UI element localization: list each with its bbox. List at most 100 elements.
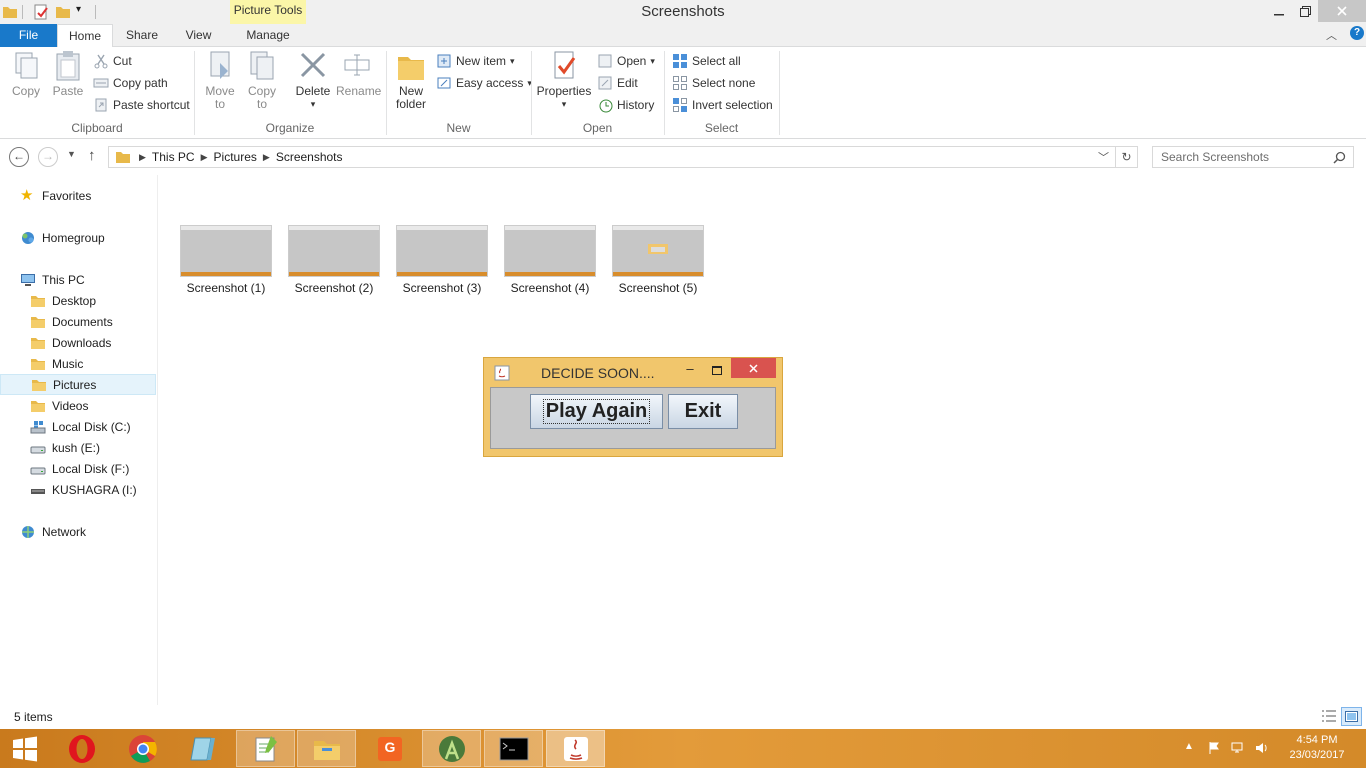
paste-button[interactable]: Paste bbox=[48, 49, 88, 98]
nav-item-kush-e[interactable]: kush (E:) bbox=[0, 437, 156, 458]
nav-favorites[interactable]: ★ Favorites bbox=[0, 185, 156, 206]
file-thumbnail[interactable] bbox=[396, 225, 488, 277]
copy-to-button[interactable]: Copy to bbox=[242, 49, 282, 111]
nav-this-pc[interactable]: This PC bbox=[0, 269, 156, 290]
forward-arrow-icon[interactable]: → bbox=[38, 147, 58, 167]
select-none-button[interactable]: Select none bbox=[672, 73, 755, 93]
invert-selection-button[interactable]: Invert selection bbox=[672, 95, 773, 115]
cut-label: Cut bbox=[113, 54, 132, 68]
copy-to-label-2: to bbox=[256, 97, 267, 111]
file-name-label[interactable]: Screenshot (3) bbox=[388, 281, 496, 295]
nav-item-local-disk-f[interactable]: Local Disk (F:) bbox=[0, 458, 156, 479]
nav-item-documents[interactable]: Documents bbox=[0, 311, 156, 332]
action-center-flag-icon[interactable] bbox=[1207, 741, 1221, 755]
select-all-button[interactable]: Select all bbox=[672, 51, 741, 71]
breadcrumb-chevron-icon[interactable]: ▶ bbox=[139, 152, 146, 163]
file-name-label[interactable]: Screenshot (5) bbox=[604, 281, 712, 295]
edit-button[interactable]: Edit bbox=[597, 73, 638, 93]
file-name-label[interactable]: Screenshot (2) bbox=[280, 281, 388, 295]
address-bar[interactable]: ▶ This PC ▶ Pictures ▶ Screenshots bbox=[108, 146, 1116, 168]
start-button[interactable] bbox=[0, 730, 50, 767]
paste-shortcut-button[interactable]: Paste shortcut bbox=[93, 95, 190, 115]
show-hidden-icons-icon[interactable]: ▲ bbox=[1184, 741, 1194, 752]
large-icons-view-button[interactable] bbox=[1341, 707, 1362, 726]
delete-button[interactable]: Delete ▾ bbox=[292, 49, 334, 111]
taskbar-notepad[interactable] bbox=[174, 730, 233, 767]
taskbar-chrome[interactable] bbox=[113, 730, 172, 767]
rename-button[interactable]: Rename bbox=[336, 49, 381, 98]
taskbar-opera[interactable] bbox=[52, 730, 111, 767]
breadcrumb-this-pc[interactable]: This PC bbox=[146, 150, 201, 164]
computer-icon bbox=[21, 273, 35, 286]
move-to-button[interactable]: Move to bbox=[200, 49, 240, 111]
copy-button[interactable]: Copy bbox=[6, 49, 46, 98]
file-thumbnail[interactable] bbox=[504, 225, 596, 277]
close-button[interactable] bbox=[1318, 0, 1366, 22]
address-dropdown-icon[interactable]: ﹀ bbox=[1098, 149, 1109, 165]
clock-date: 23/03/2017 bbox=[1289, 749, 1345, 761]
nav-item-music[interactable]: Music bbox=[0, 353, 156, 374]
volume-icon[interactable] bbox=[1255, 741, 1269, 755]
history-button[interactable]: History bbox=[597, 95, 654, 115]
search-icon[interactable] bbox=[1333, 151, 1346, 164]
dialog-close-button[interactable] bbox=[731, 358, 776, 378]
dialog-minimize-icon[interactable]: – bbox=[679, 361, 701, 379]
play-again-button[interactable]: Play Again bbox=[530, 394, 663, 429]
new-item-label: New item bbox=[456, 54, 507, 68]
delete-dropdown-icon[interactable]: ▾ bbox=[292, 98, 334, 111]
open-button[interactable]: Open ▾ bbox=[597, 51, 655, 71]
nav-item-pictures[interactable]: Pictures bbox=[0, 374, 156, 395]
taskbar-pdf[interactable]: G bbox=[360, 730, 419, 767]
window-title: Screenshots bbox=[641, 3, 725, 20]
breadcrumb-screenshots[interactable]: Screenshots bbox=[270, 150, 349, 164]
tab-share[interactable]: Share bbox=[113, 24, 171, 47]
tab-manage[interactable]: Manage bbox=[230, 24, 306, 47]
easy-access-button[interactable]: Easy access ▾ bbox=[436, 73, 532, 93]
properties-dropdown-icon[interactable]: ▾ bbox=[536, 98, 592, 111]
breadcrumb-chevron-icon[interactable]: ▶ bbox=[201, 152, 208, 163]
up-arrow-icon[interactable]: ↑ bbox=[88, 147, 96, 164]
copy-path-button[interactable]: Copy path bbox=[93, 73, 168, 93]
nav-item-local-disk-c[interactable]: Local Disk (C:) bbox=[0, 416, 156, 437]
taskbar-file-explorer[interactable] bbox=[297, 730, 356, 767]
properties-button[interactable]: Properties ▾ bbox=[536, 49, 592, 111]
new-folder-button[interactable]: New folder bbox=[390, 49, 432, 111]
tab-home[interactable]: Home bbox=[57, 24, 113, 48]
nav-homegroup[interactable]: Homegroup bbox=[0, 227, 156, 248]
file-name-label[interactable]: Screenshot (4) bbox=[496, 281, 604, 295]
nav-network[interactable]: Network bbox=[0, 521, 156, 542]
taskbar-java[interactable] bbox=[546, 730, 605, 767]
clock[interactable]: 4:54 PM 23/03/2017 bbox=[1278, 733, 1356, 763]
cut-button[interactable]: Cut bbox=[93, 51, 132, 71]
nav-item-desktop[interactable]: Desktop bbox=[0, 290, 156, 311]
file-thumbnail[interactable] bbox=[180, 225, 272, 277]
nav-item-label: Desktop bbox=[52, 293, 97, 308]
network-tray-icon[interactable] bbox=[1231, 741, 1245, 755]
restore-button[interactable] bbox=[1288, 0, 1322, 22]
select-none-label: Select none bbox=[692, 76, 756, 90]
details-view-icon[interactable] bbox=[1321, 709, 1337, 723]
nav-item-downloads[interactable]: Downloads bbox=[0, 332, 156, 353]
nav-item-kushagra-i[interactable]: KUSHAGRA (I:) bbox=[0, 479, 156, 500]
help-icon[interactable]: ? bbox=[1350, 26, 1364, 40]
taskbar-command-prompt[interactable] bbox=[484, 730, 543, 767]
refresh-icon[interactable]: ↻ bbox=[1116, 146, 1138, 168]
collapse-ribbon-icon[interactable]: ︿ bbox=[1326, 27, 1337, 43]
new-item-button[interactable]: New item ▾ bbox=[436, 51, 515, 71]
nav-this-pc-label: This PC bbox=[42, 272, 85, 287]
tab-view[interactable]: View bbox=[171, 24, 226, 47]
file-thumbnail[interactable] bbox=[288, 225, 380, 277]
file-thumbnail[interactable] bbox=[612, 225, 704, 277]
back-arrow-icon[interactable]: ← bbox=[9, 147, 29, 167]
taskbar-notepad-plus[interactable] bbox=[236, 730, 295, 767]
breadcrumb-pictures[interactable]: Pictures bbox=[208, 150, 263, 164]
breadcrumb-chevron-icon[interactable]: ▶ bbox=[263, 152, 270, 163]
recent-locations-dropdown-icon[interactable]: ▼ bbox=[67, 149, 76, 159]
exit-button[interactable]: Exit bbox=[668, 394, 738, 429]
search-input[interactable]: Search Screenshots bbox=[1152, 146, 1354, 168]
taskbar-android-studio[interactable] bbox=[422, 730, 481, 767]
file-name-label[interactable]: Screenshot (1) bbox=[172, 281, 280, 295]
tab-file[interactable]: File bbox=[0, 24, 57, 47]
dialog-maximize-icon[interactable] bbox=[706, 361, 728, 379]
nav-item-videos[interactable]: Videos bbox=[0, 395, 156, 416]
